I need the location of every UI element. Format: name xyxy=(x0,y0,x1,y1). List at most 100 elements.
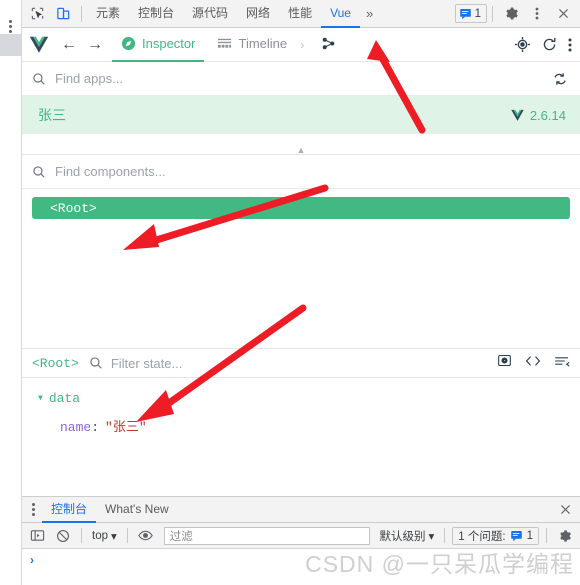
tab-timeline[interactable]: Timeline xyxy=(208,28,296,62)
collapse-chevron-icon[interactable]: ▲ xyxy=(297,145,306,155)
app-row[interactable]: 张三 2.6.14 xyxy=(22,96,580,134)
nav-forward-icon[interactable]: → xyxy=(82,32,108,58)
state-field-value: "张三" xyxy=(105,420,147,435)
drawer-tab-console[interactable]: 控制台 xyxy=(42,497,97,523)
right-separator xyxy=(492,5,493,22)
state-field-name[interactable]: name : "张三" xyxy=(60,416,580,436)
tab-overflow-icon[interactable]: » xyxy=(360,0,379,28)
state-filter-input[interactable]: Filter state... xyxy=(111,356,183,371)
close-devtools-icon[interactable] xyxy=(550,1,576,27)
nav-back-icon[interactable]: ← xyxy=(56,32,82,58)
live-expression-eye-icon[interactable] xyxy=(135,525,157,547)
tab-sources[interactable]: 源代码 xyxy=(183,0,237,28)
sort-filter-icon[interactable] xyxy=(554,354,570,373)
tab-performance[interactable]: 性能 xyxy=(279,0,321,28)
console-sidebar-icon[interactable] xyxy=(26,525,48,547)
console-level-label: 默认级别 xyxy=(379,530,426,543)
state-header-icons xyxy=(497,353,570,373)
refresh-apps-icon[interactable] xyxy=(552,71,568,87)
app-list: 张三 2.6.14 xyxy=(22,96,580,134)
app-name: 张三 xyxy=(38,107,66,123)
state-field-colon: : xyxy=(91,420,100,435)
console-issues-badge[interactable]: 1 个问题: 1 xyxy=(452,526,539,545)
timeline-icon xyxy=(217,36,232,51)
tree-node-label: <Root> xyxy=(50,200,97,216)
console-separator-2 xyxy=(126,528,128,543)
tab-network[interactable]: 网络 xyxy=(237,0,279,28)
console-issues-count: 1 xyxy=(526,529,533,542)
left-gutter xyxy=(0,0,22,585)
tab-vue[interactable]: Vue xyxy=(321,0,360,28)
gutter-drag-handle[interactable] xyxy=(0,18,21,35)
message-icon xyxy=(510,531,522,542)
console-drawer: 控制台 What's New top ▾ 过滤 默认级别 ▾ 1 个问题: 1 … xyxy=(22,496,580,585)
console-separator-4 xyxy=(546,528,547,543)
chevron-down-icon: ▾ xyxy=(111,530,117,543)
refresh-icon[interactable] xyxy=(541,36,558,53)
console-separator-3 xyxy=(444,528,446,543)
component-tree: <Root> xyxy=(22,189,580,348)
tab-elements[interactable]: 元素 xyxy=(87,0,129,28)
tab-timeline-label: Timeline xyxy=(238,36,288,51)
component-search-row[interactable]: Find components... xyxy=(22,155,580,189)
state-header: <Root> Filter state... xyxy=(22,348,580,378)
gutter-active-indicator xyxy=(0,34,22,56)
console-issues-text: 1 个问题: xyxy=(458,530,506,543)
tab-inspector[interactable]: Inspector xyxy=(112,28,205,62)
vue-tabs-chevron-icon[interactable]: › xyxy=(296,37,308,52)
state-body: ▼ data name : "张三" xyxy=(22,378,580,496)
expand-caret-icon[interactable]: ▼ xyxy=(38,394,43,403)
search-icon xyxy=(32,165,46,179)
code-brackets-icon[interactable] xyxy=(525,354,541,373)
panel-divider[interactable]: ▲ xyxy=(22,134,580,155)
drawer-tab-whats-new[interactable]: What's New xyxy=(96,497,178,523)
app-search-input[interactable]: Find apps... xyxy=(55,71,552,86)
devtools-window: 元素 控制台 源代码 网络 性能 Vue » 1 ← → Inspector T… xyxy=(0,0,580,585)
console-filter-placeholder: 过滤 xyxy=(169,530,193,543)
console-output[interactable]: › CSDN @一只呆瓜学编程 xyxy=(22,549,580,585)
clear-console-icon[interactable] xyxy=(52,525,74,547)
vue-more-options-icon[interactable] xyxy=(568,37,572,53)
message-icon xyxy=(459,9,471,20)
chevron-down-icon: ▾ xyxy=(428,530,435,543)
console-level-selector[interactable]: 默认级别 ▾ xyxy=(377,528,438,544)
tab-routes[interactable] xyxy=(312,28,345,62)
devtools-bar-right: 1 xyxy=(454,1,578,27)
tab-inspector-label: Inspector xyxy=(142,36,196,51)
tab-console[interactable]: 控制台 xyxy=(129,0,183,28)
state-group-title: data xyxy=(48,390,81,406)
devtools-tabs: 元素 控制台 源代码 网络 性能 Vue xyxy=(87,0,360,28)
select-component-target-icon[interactable] xyxy=(514,36,531,53)
drawer-close-icon[interactable] xyxy=(559,503,580,516)
vue-badge-icon xyxy=(511,109,524,121)
console-prompt-icon: › xyxy=(30,553,34,567)
devtools-tab-bar: 元素 控制台 源代码 网络 性能 Vue » 1 xyxy=(22,0,580,28)
devtools-main: 元素 控制台 源代码 网络 性能 Vue » 1 ← → Inspector T… xyxy=(22,0,580,585)
vue-toolbar: ← → Inspector Timeline › xyxy=(22,28,580,62)
compass-icon xyxy=(121,36,136,51)
drawer-more-icon[interactable] xyxy=(24,503,42,516)
console-separator xyxy=(81,528,82,543)
issues-badge[interactable]: 1 xyxy=(454,4,487,23)
more-options-icon[interactable] xyxy=(524,1,550,27)
state-breadcrumb[interactable]: <Root> xyxy=(32,356,79,371)
state-field-key: name xyxy=(60,420,92,435)
inspect-element-icon[interactable] xyxy=(24,1,50,27)
drawer-tab-bar: 控制台 What's New xyxy=(22,497,580,523)
console-filter-input[interactable]: 过滤 xyxy=(163,526,370,545)
app-search-row[interactable]: Find apps... xyxy=(22,62,580,96)
routes-node-icon xyxy=(321,36,336,51)
search-icon xyxy=(89,356,103,370)
console-context-selector[interactable]: top ▾ xyxy=(89,529,120,543)
state-group-data[interactable]: ▼ data xyxy=(38,388,580,408)
component-search-input[interactable]: Find components... xyxy=(55,164,568,179)
device-toolbar-icon[interactable] xyxy=(50,1,76,27)
tree-node-root[interactable]: <Root> xyxy=(32,197,570,219)
settings-gear-icon[interactable] xyxy=(498,1,524,27)
issues-count: 1 xyxy=(474,7,481,20)
console-settings-icon[interactable] xyxy=(554,525,576,547)
watermark-text: CSDN @一只呆瓜学编程 xyxy=(305,551,574,577)
app-version: 2.6.14 xyxy=(510,108,566,123)
snapshot-camera-icon[interactable] xyxy=(497,353,512,373)
console-context-label: top xyxy=(92,529,108,542)
